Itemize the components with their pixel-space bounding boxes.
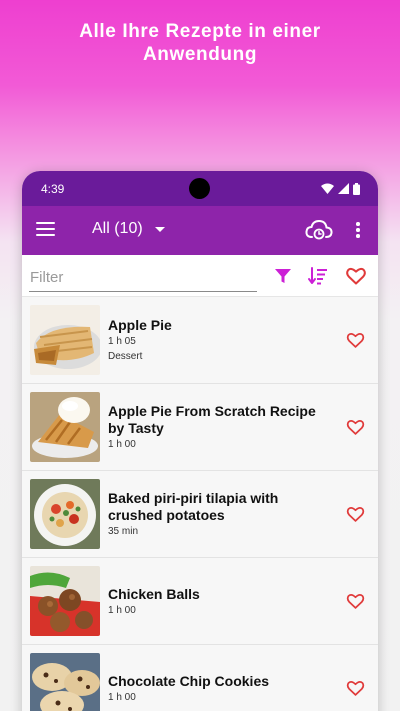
recipe-time: 1 h 05 <box>108 336 136 347</box>
favorite-heart-icon[interactable] <box>346 505 365 523</box>
promo-line-1: Alle Ihre Rezepte in einer <box>79 21 321 42</box>
filter-bar <box>22 255 378 297</box>
category-dropdown[interactable]: All (10) <box>92 220 165 238</box>
recipe-thumbnail <box>30 566 100 636</box>
recipe-title: Chicken Balls <box>108 585 200 602</box>
recipe-card-baked-piri-piri-tilapia[interactable]: Baked piri-piri tilapia with crushed pot… <box>22 471 378 558</box>
filter-input[interactable] <box>29 264 257 292</box>
recipe-card-chocolate-chip-cookies[interactable]: Chocolate Chip Cookies 1 h 00 <box>22 645 378 711</box>
recipe-thumbnail <box>30 653 100 711</box>
recipe-title: Apple Pie From Scratch Recipe by Tasty <box>108 403 316 436</box>
promo-headline: Alle Ihre Rezepte in einer Anwendung <box>0 20 400 66</box>
phone-frame: 4:39 All (10) Filter Apple Pie 1 h 05 De… <box>22 171 378 711</box>
category-label: All (10) <box>92 220 143 237</box>
more-options-icon[interactable] <box>356 222 360 238</box>
recipe-info: Baked piri-piri tilapia with crushed pot… <box>108 471 334 558</box>
recipe-info: Apple Pie From Scratch Recipe by Tasty 1… <box>108 384 334 471</box>
recipe-info: Chicken Balls 1 h 00 <box>108 558 334 645</box>
recipe-card-apple-pie[interactable]: Apple Pie 1 h 05 Dessert <box>22 297 378 384</box>
favorite-heart-icon[interactable] <box>346 679 365 697</box>
recipe-time: 1 h 00 <box>108 439 136 450</box>
recipe-info: Chocolate Chip Cookies 1 h 00 <box>108 645 334 711</box>
signal-icon <box>338 183 349 194</box>
wifi-icon <box>321 183 334 194</box>
recipe-title: Apple Pie <box>108 317 172 333</box>
favorite-heart-icon[interactable] <box>346 592 365 610</box>
app-bar: All (10) <box>22 206 378 255</box>
system-icons <box>321 182 360 195</box>
cloud-sync-icon[interactable] <box>305 218 333 242</box>
recipe-thumbnail <box>30 392 100 462</box>
recipe-time: 1 h 00 <box>108 604 136 616</box>
dropdown-caret-icon <box>154 226 165 232</box>
recipe-time: 35 min <box>108 526 139 537</box>
recipe-card-apple-pie-from-scratch[interactable]: Apple Pie From Scratch Recipe by Tasty 1… <box>22 384 378 471</box>
recipe-title: Chocolate Chip Cookies <box>108 672 270 689</box>
recipe-thumbnail <box>30 479 100 549</box>
recipe-card-chicken-balls[interactable]: Chicken Balls 1 h 00 <box>22 558 378 645</box>
favorite-heart-icon[interactable] <box>346 331 365 349</box>
battery-icon <box>353 182 360 195</box>
status-time: 4:39 <box>41 181 65 196</box>
hamburger-menu-icon[interactable] <box>36 222 55 236</box>
camera-cutout <box>189 178 210 199</box>
favorite-heart-icon[interactable] <box>346 418 365 436</box>
promo-line-2: Anwendung <box>142 44 258 65</box>
recipe-thumbnail <box>30 305 100 375</box>
recipe-list: Apple Pie 1 h 05 Dessert Apple Pie From … <box>22 297 378 711</box>
recipe-category: Dessert <box>108 351 143 362</box>
recipe-title: Baked piri-piri tilapia with crushed pot… <box>108 490 279 523</box>
recipe-time: 1 h 00 <box>108 691 136 703</box>
status-bar: 4:39 <box>22 171 378 206</box>
recipe-info: Apple Pie 1 h 05 Dessert <box>108 297 334 384</box>
favorites-filter-heart-icon[interactable] <box>345 265 367 287</box>
sort-icon[interactable] <box>307 265 329 287</box>
filter-funnel-icon[interactable] <box>272 265 294 287</box>
